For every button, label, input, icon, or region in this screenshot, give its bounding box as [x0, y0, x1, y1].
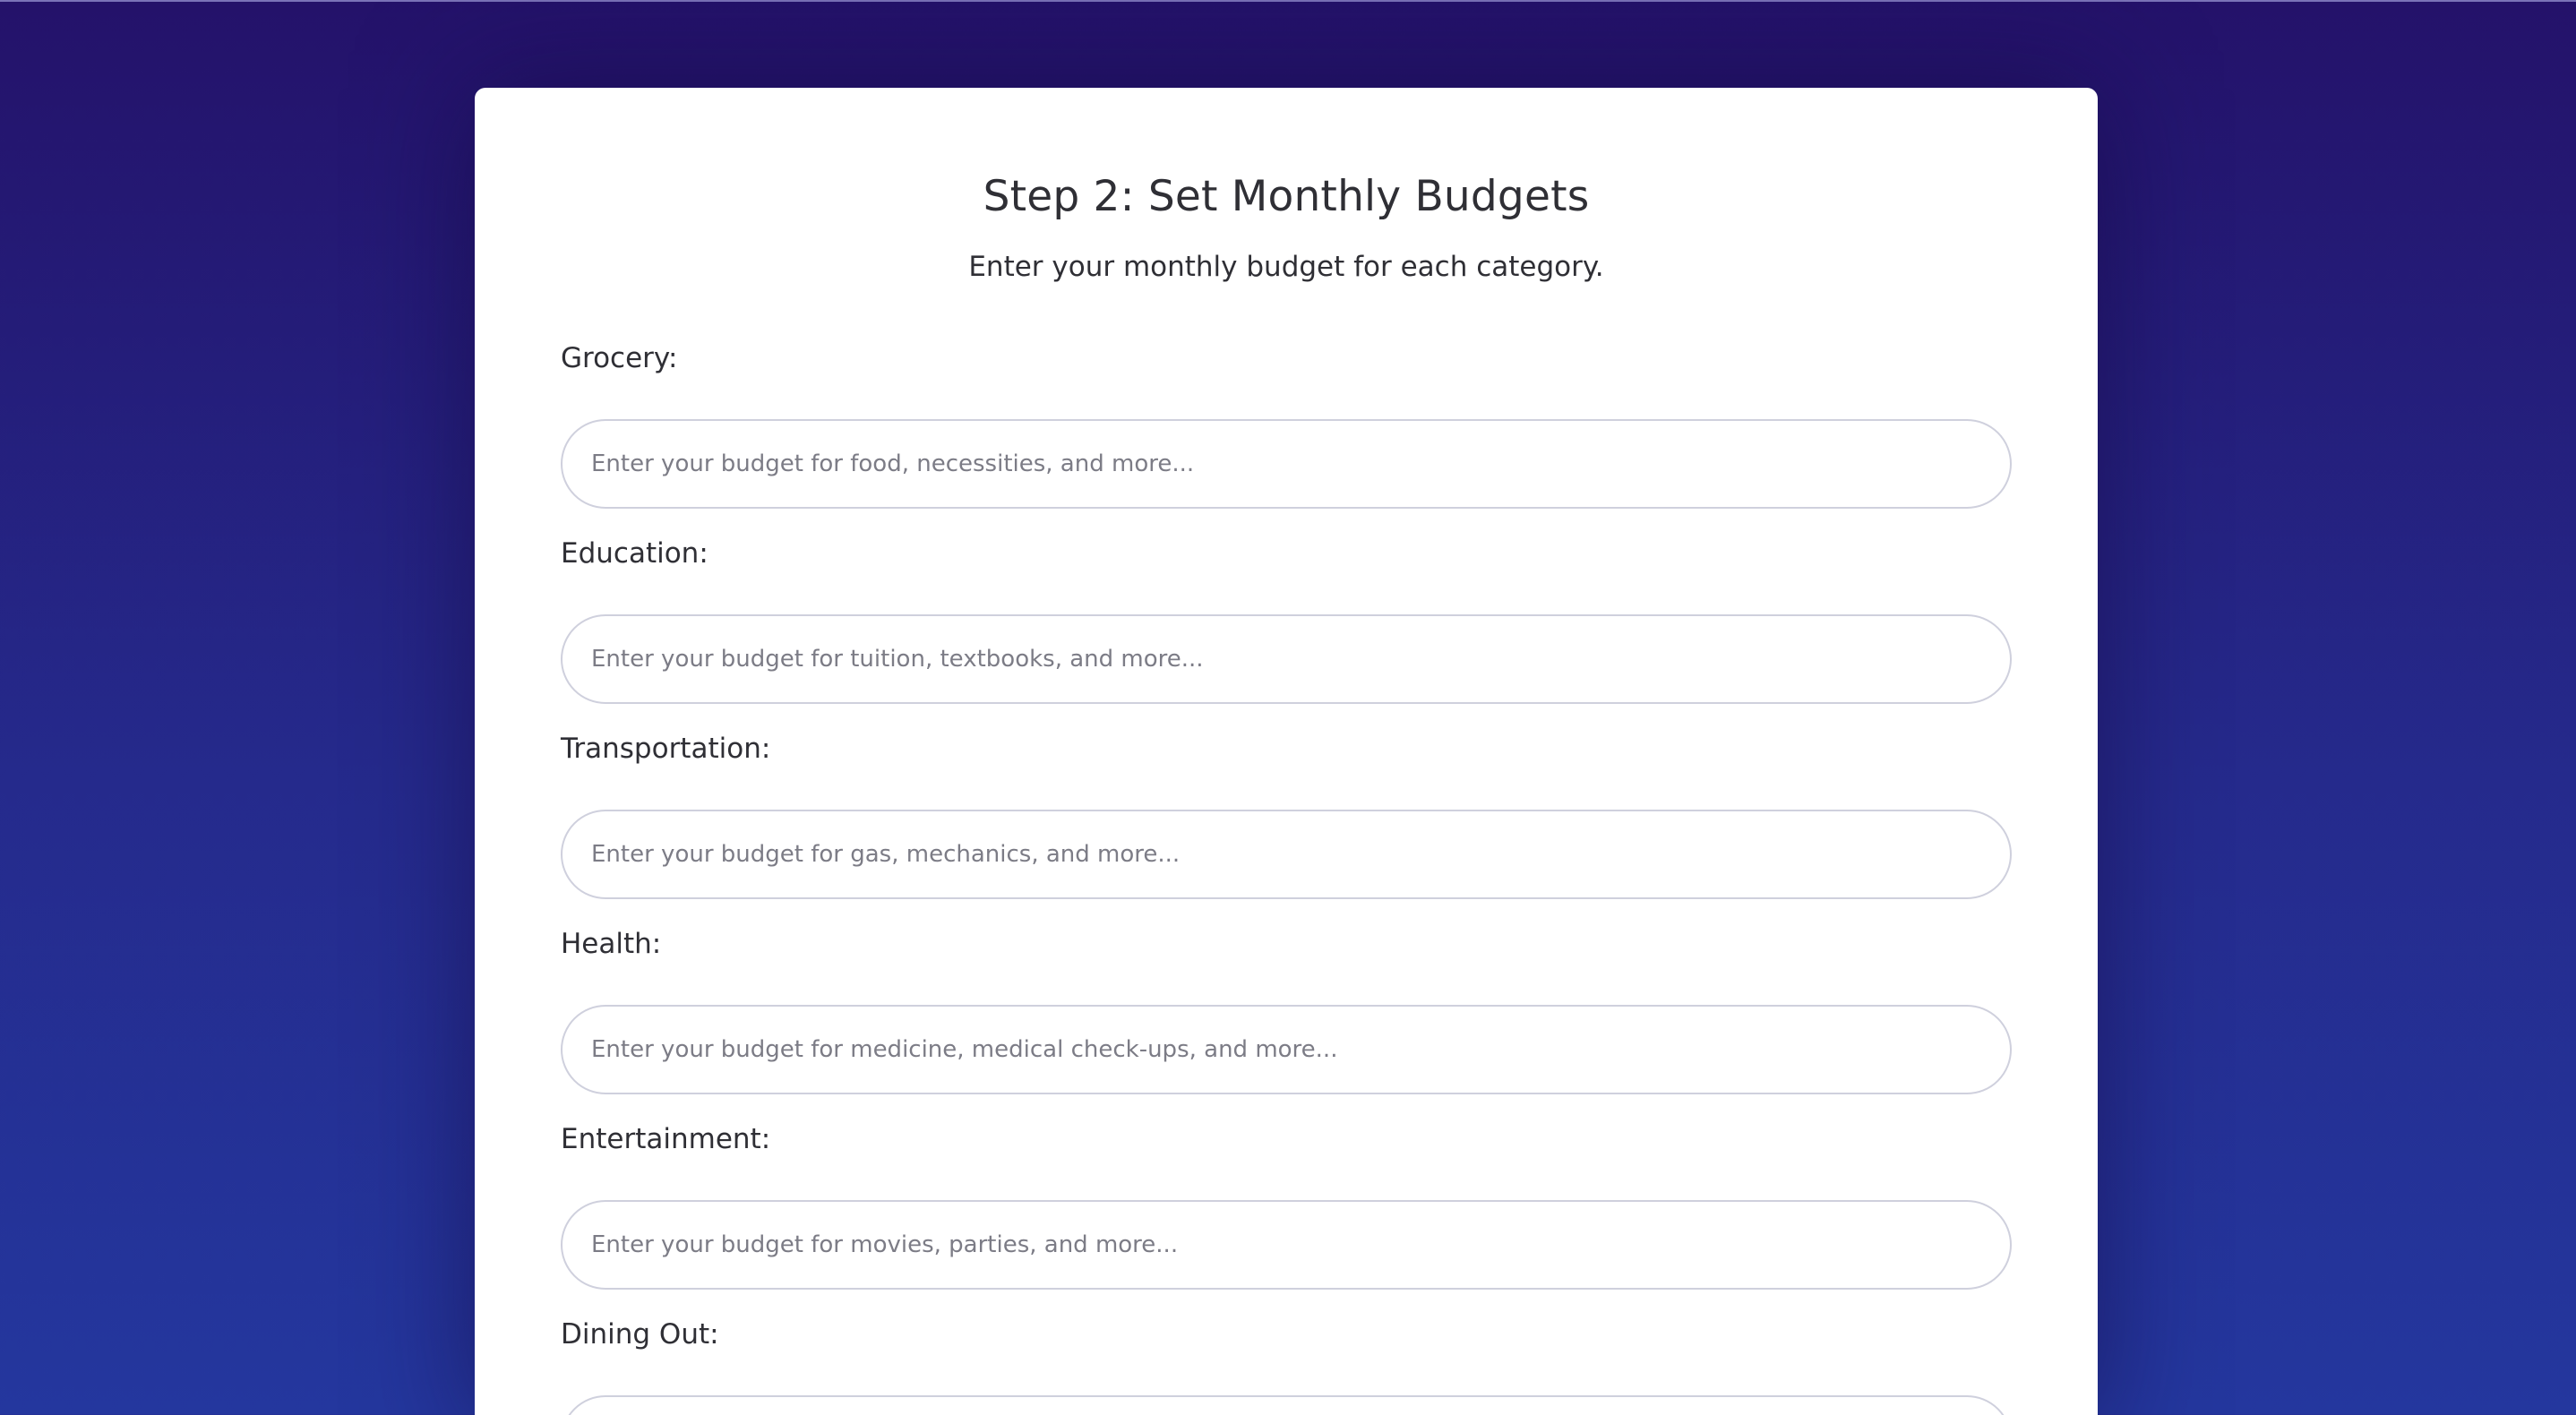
page-subtitle: Enter your monthly budget for each categ…: [968, 251, 1604, 283]
health-label: Health:: [561, 928, 662, 960]
dining-out-budget-input[interactable]: [561, 1395, 2012, 1415]
budget-form-card: Step 2: Set Monthly Budgets Enter your m…: [475, 88, 2098, 1415]
field-grocery: Grocery:: [561, 340, 2012, 509]
field-entertainment: Entertainment:: [561, 1121, 2012, 1290]
field-transportation: Transportation:: [561, 731, 2012, 899]
page-title: Step 2: Set Monthly Budgets: [983, 172, 1590, 221]
health-budget-input[interactable]: [561, 1005, 2012, 1094]
entertainment-budget-input[interactable]: [561, 1200, 2012, 1290]
grocery-budget-input[interactable]: [561, 419, 2012, 509]
transportation-budget-input[interactable]: [561, 810, 2012, 899]
field-dining-out: Dining Out:: [561, 1316, 2012, 1415]
entertainment-label: Entertainment:: [561, 1123, 771, 1155]
education-label: Education:: [561, 537, 708, 570]
field-health: Health:: [561, 926, 2012, 1094]
transportation-label: Transportation:: [561, 733, 771, 765]
field-education: Education:: [561, 536, 2012, 704]
window-top-edge: [0, 0, 2576, 2]
grocery-label: Grocery:: [561, 342, 678, 374]
education-budget-input[interactable]: [561, 614, 2012, 704]
dining-out-label: Dining Out:: [561, 1318, 719, 1351]
